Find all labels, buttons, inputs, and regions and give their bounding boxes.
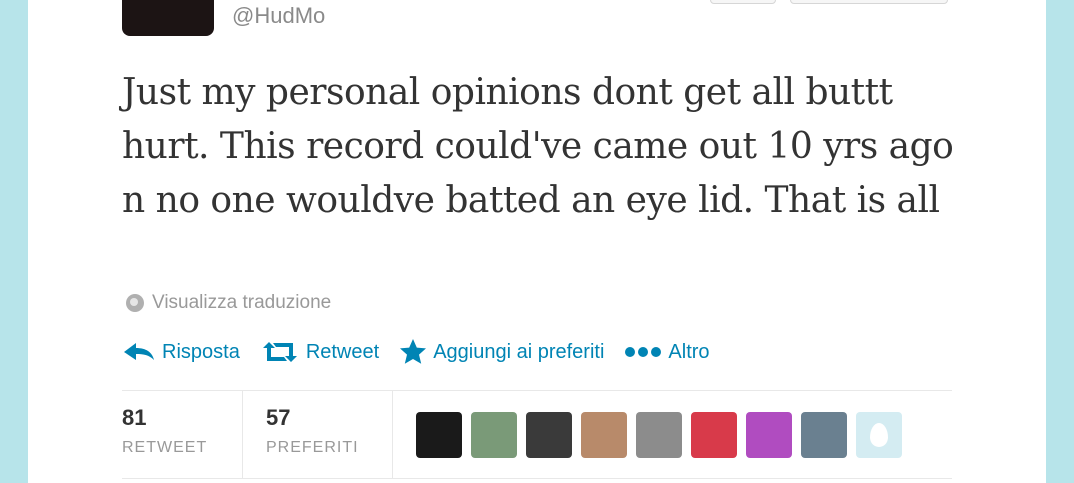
favoriter-avatar[interactable] (636, 412, 682, 458)
egg-icon (870, 423, 888, 447)
favorite-stat-label: PREFERITI (266, 439, 359, 456)
favoriter-avatar[interactable] (856, 412, 902, 458)
retweet-stat-label: RETWEET (122, 439, 208, 456)
favoriter-avatar[interactable] (416, 412, 462, 458)
tweet-card: @HudMo Just my personal opinions dont ge… (28, 0, 1046, 483)
retweet-button[interactable]: Retweet (260, 340, 379, 364)
top-button-2[interactable] (790, 0, 948, 4)
favoriter-avatar[interactable] (581, 412, 627, 458)
more-button[interactable]: Altro (624, 340, 710, 364)
favoriter-avatar[interactable] (526, 412, 572, 458)
star-icon (400, 339, 427, 364)
favoriter-avatar[interactable] (746, 412, 792, 458)
more-icon (625, 347, 662, 357)
translate-link[interactable]: Visualizza traduzione (126, 292, 331, 314)
stats-divider-bottom (122, 478, 952, 479)
stats-divider-top (122, 390, 952, 391)
more-label: Altro (668, 340, 710, 363)
favoriter-avatar[interactable] (801, 412, 847, 458)
stat-separator (392, 391, 393, 478)
favorite-button[interactable]: Aggiungi ai preferiti (399, 338, 604, 366)
retweet-stat[interactable]: 81 RETWEET (122, 405, 207, 457)
stat-separator (242, 391, 243, 478)
reply-label: Risposta (162, 340, 240, 363)
user-avatar[interactable] (122, 0, 214, 36)
top-button-1[interactable] (710, 0, 776, 4)
translate-label: Visualizza traduzione (152, 292, 332, 313)
favorite-count: 57 (266, 405, 291, 430)
tweet-text: Just my personal opinions dont get all b… (122, 72, 954, 221)
favorite-label: Aggiungi ai preferiti (433, 340, 605, 363)
favoriter-avatar[interactable] (691, 412, 737, 458)
favoriters-avatars (416, 412, 902, 458)
retweet-count: 81 (122, 405, 147, 430)
tweet-actions: Risposta Retweet Aggiungi ai preferiti A… (122, 338, 730, 366)
user-handle[interactable]: @HudMo (232, 3, 325, 29)
reply-button[interactable]: Risposta (122, 341, 240, 364)
favoriter-avatar[interactable] (471, 412, 517, 458)
retweet-label: Retweet (305, 340, 380, 363)
retweet-icon (262, 342, 297, 362)
globe-icon (126, 294, 144, 312)
favorite-stat[interactable]: 57 PREFERITI (266, 405, 359, 457)
reply-icon (124, 343, 154, 360)
